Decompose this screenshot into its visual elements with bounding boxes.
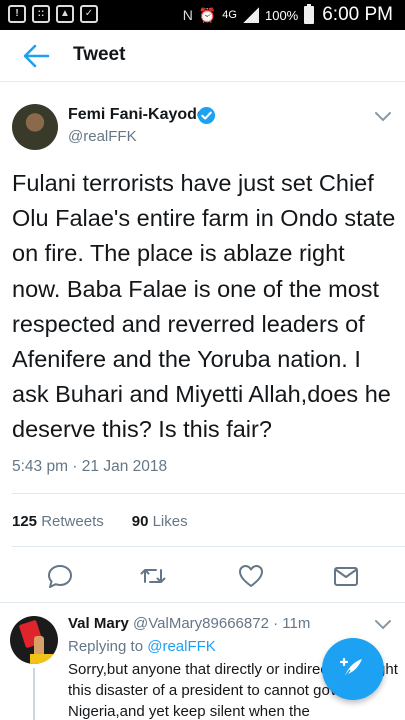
- gallery-notification-icon: ▲: [56, 5, 74, 23]
- reply-author-handle: @ValMary89666872: [133, 615, 269, 632]
- replying-prefix: Replying to: [68, 638, 144, 655]
- likes-stat[interactable]: 90 Likes: [132, 513, 188, 530]
- likes-count: 90: [131, 513, 149, 530]
- chevron-down-icon[interactable]: [374, 111, 392, 123]
- shield-notification-icon: ✓: [80, 5, 98, 23]
- message-notification-icon: !: [8, 5, 26, 23]
- likes-label: Likes: [152, 513, 188, 530]
- verified-badge-icon: [197, 106, 216, 125]
- compose-icon: [339, 657, 362, 679]
- author-handle[interactable]: @realFFK: [68, 128, 137, 145]
- tweet-stats: 125 Retweets 90 Likes: [12, 513, 188, 530]
- chevron-down-icon[interactable]: [374, 619, 392, 631]
- divider: [12, 546, 405, 547]
- author-avatar[interactable]: [12, 104, 58, 150]
- compose-button[interactable]: [322, 638, 384, 700]
- system-indicators: N ⏰ 4G 100% 6:00 PM: [183, 4, 393, 26]
- reply-icon[interactable]: [46, 562, 74, 590]
- tweet-timestamp: 5:43 pm · 21 Jan 2018: [12, 458, 168, 475]
- alarm-icon: ⏰: [198, 6, 217, 23]
- share-icon[interactable]: [332, 562, 360, 590]
- status-bar: ! :: ▲ ✓ N ⏰ 4G 100% 6:00 PM: [0, 0, 405, 30]
- thread-line: [33, 668, 35, 720]
- tweet-actions: [0, 556, 405, 596]
- battery-percent: 100%: [264, 7, 299, 23]
- nfc-icon: N: [182, 7, 193, 23]
- network-type: 4G: [222, 9, 237, 21]
- author-name[interactable]: Femi Fani-Kayode: [68, 106, 206, 124]
- retweet-icon[interactable]: [139, 562, 167, 590]
- like-icon[interactable]: [237, 562, 265, 590]
- reply-age: · 11m: [273, 615, 311, 632]
- app-bar: Tweet: [0, 30, 405, 82]
- retweets-count: 125: [12, 513, 38, 530]
- retweets-stat[interactable]: 125 Retweets: [12, 513, 104, 530]
- back-arrow-icon[interactable]: [22, 43, 50, 69]
- notification-icons: ! :: ▲ ✓: [8, 5, 98, 23]
- reply-author-name: Val Mary: [68, 615, 129, 632]
- reply-header[interactable]: Val Mary @ValMary89666872 · 11m: [68, 615, 310, 632]
- section-separator: [0, 602, 405, 603]
- divider: [12, 493, 405, 494]
- battery-icon: [304, 4, 315, 24]
- page-title: Tweet: [73, 44, 126, 65]
- signal-icon: [242, 7, 259, 23]
- bbm-notification-icon: ::: [32, 5, 50, 23]
- reply-author-avatar[interactable]: [10, 616, 58, 664]
- clock: 6:00 PM: [322, 4, 393, 25]
- replying-to-handle[interactable]: @realFFK: [147, 638, 216, 655]
- retweets-label: Retweets: [41, 513, 104, 530]
- tweet-text: Fulani terrorists have just set Chief Ol…: [12, 170, 396, 443]
- replying-to: Replying to @realFFK: [68, 638, 216, 655]
